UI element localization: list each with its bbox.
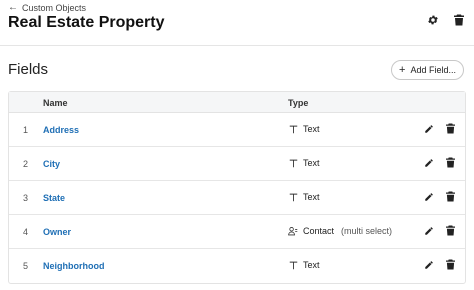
field-type-label: Text (303, 158, 320, 168)
row-number: 4 (23, 227, 29, 237)
edit-field-button[interactable] (424, 260, 434, 271)
row-number: 3 (23, 193, 29, 203)
delete-object-button[interactable] (452, 12, 466, 28)
field-type: Text (288, 192, 320, 202)
row-actions (424, 225, 455, 238)
row-actions (424, 259, 455, 272)
trash-icon (445, 123, 455, 136)
table-row: 5 Neighborhood Text (9, 249, 465, 283)
fields-table: Name Type 1 Address Text 2 City Text 3 State Tex… (8, 91, 466, 284)
field-type: Contact (multi select) (288, 226, 392, 236)
back-link-label: Custom Objects (22, 3, 87, 13)
table-row: 3 State Text (9, 181, 465, 215)
field-name-link[interactable]: Owner (43, 227, 71, 237)
row-actions (424, 191, 455, 204)
pencil-icon (424, 226, 434, 238)
page-title: Real Estate Property (8, 14, 165, 31)
field-type: Text (288, 158, 320, 168)
delete-field-button[interactable] (445, 225, 455, 238)
back-link[interactable]: ← Custom Objects (8, 2, 87, 14)
field-name-link[interactable]: Address (43, 125, 79, 135)
table-header: Name Type (9, 92, 465, 113)
header-divider (0, 45, 474, 46)
text-icon (288, 158, 298, 168)
delete-field-button[interactable] (445, 191, 455, 204)
field-name-link[interactable]: Neighborhood (43, 261, 105, 271)
row-number: 2 (23, 159, 29, 169)
delete-field-button[interactable] (445, 157, 455, 170)
pencil-icon (424, 260, 434, 272)
edit-field-button[interactable] (424, 158, 434, 169)
field-name-link[interactable]: State (43, 193, 65, 203)
contact-icon (288, 226, 298, 236)
header-actions (426, 12, 466, 28)
pencil-icon (424, 124, 434, 136)
field-type-label: Text (303, 124, 320, 134)
delete-field-button[interactable] (445, 259, 455, 272)
text-icon (288, 192, 298, 202)
delete-field-button[interactable] (445, 123, 455, 136)
edit-field-button[interactable] (424, 124, 434, 135)
add-field-button[interactable]: + Add Field... (391, 60, 464, 80)
field-type: Text (288, 260, 320, 270)
table-row: 4 Owner Contact (multi select) (9, 215, 465, 249)
field-type-label: Text (303, 260, 320, 270)
field-type-label: Contact (303, 226, 335, 236)
trash-icon (445, 191, 455, 204)
settings-button[interactable] (426, 12, 440, 28)
gear-icon (428, 15, 438, 25)
add-field-label: Add Field... (410, 65, 456, 75)
table-row: 2 City Text (9, 147, 465, 181)
table-row: 1 Address Text (9, 113, 465, 147)
field-name-link[interactable]: City (43, 159, 60, 169)
trash-icon (445, 259, 455, 272)
section-title: Fields (8, 61, 49, 78)
row-actions (424, 157, 455, 170)
edit-field-button[interactable] (424, 192, 434, 203)
text-icon (288, 124, 298, 134)
row-number: 1 (23, 125, 29, 135)
row-actions (424, 123, 455, 136)
trash-icon (445, 157, 455, 170)
trash-icon (445, 225, 455, 238)
column-header-type: Type (288, 98, 309, 108)
text-icon (288, 260, 298, 270)
pencil-icon (424, 192, 434, 204)
field-type: Text (288, 124, 320, 134)
table-body: 1 Address Text 2 City Text 3 State Text 4 Owner Con… (9, 113, 465, 283)
pencil-icon (424, 158, 434, 170)
field-type-subtitle: (multi select) (341, 226, 393, 236)
arrow-left-icon: ← (8, 2, 18, 13)
row-number: 5 (23, 261, 29, 271)
plus-icon: + (399, 63, 406, 76)
column-header-name: Name (43, 98, 68, 108)
trash-icon (454, 14, 464, 26)
edit-field-button[interactable] (424, 226, 434, 237)
field-type-label: Text (303, 192, 320, 202)
